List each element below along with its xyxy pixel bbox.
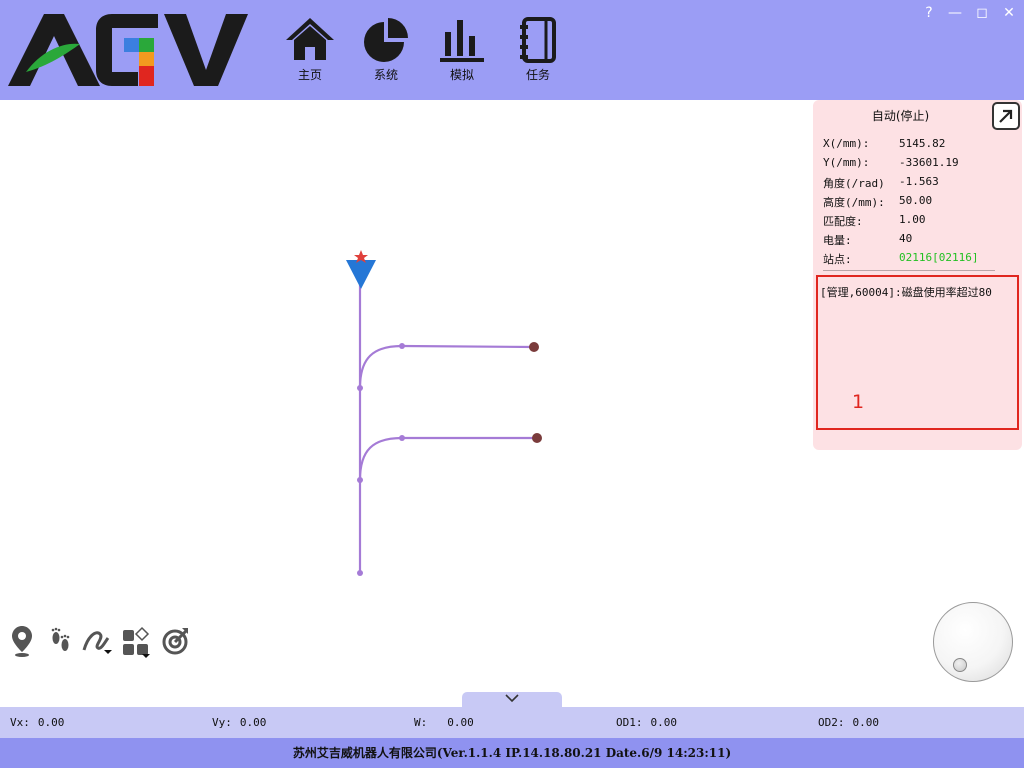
footprints-icon — [51, 627, 70, 651]
maximize-button[interactable]: ◻ — [971, 4, 993, 22]
route-node — [399, 343, 405, 349]
mode-status: 自动(停止) — [871, 109, 930, 123]
chevron-down-icon — [505, 694, 519, 703]
route-nodes — [357, 343, 405, 576]
pie-chart-icon — [364, 18, 408, 62]
joystick-control[interactable] — [933, 602, 1013, 682]
nav-home-label: 主页 — [297, 68, 322, 82]
panel-divider — [823, 270, 995, 271]
vx-label: Vx: — [10, 716, 30, 729]
w-label: W: — [414, 716, 428, 729]
route-branch-lower — [358, 436, 537, 481]
nav-system-button[interactable]: 系统 — [356, 16, 416, 86]
od2-label: OD2: — [818, 716, 845, 729]
od2-value: 0.00 — [852, 716, 880, 729]
route-node — [399, 435, 405, 441]
vy-value: 0.00 — [239, 716, 267, 729]
route-node — [357, 385, 363, 391]
route-branch-upper — [358, 344, 535, 389]
expand-button[interactable] — [992, 102, 1020, 130]
target-icon — [162, 628, 188, 655]
x-value: 5145.82 — [899, 137, 946, 150]
nav-system-label: 系统 — [373, 68, 398, 82]
velocity-bar: Vx: 0.00 Vy: 0.00 W: 0.00 OD1: 0.00 OD2: 0.00 — [0, 707, 1024, 738]
od1-label: OD1: — [616, 716, 643, 729]
station-label: 站点: — [823, 253, 852, 266]
vy-readout: Vy: 0.00 — [212, 716, 266, 729]
w-value: 0.00 — [447, 716, 474, 729]
od1-value: 0.00 — [650, 716, 678, 729]
location-tool-button[interactable] — [8, 624, 38, 658]
message-text: [管理,60004]:磁盘使用率超过80 — [820, 286, 992, 299]
collapse-tab[interactable] — [462, 692, 562, 708]
vy-label: Vy: — [212, 716, 232, 729]
angle-value: -1.563 — [899, 175, 939, 188]
path-draw-icon — [82, 631, 112, 654]
message-log[interactable]: [管理,60004]:磁盘使用率超过80 1 — [816, 275, 1019, 430]
route-paths — [358, 278, 537, 573]
footer-status: 苏州艾吉威机器人有限公司(Ver.1.1.4 IP.14.18.80.21 Da… — [0, 738, 1024, 768]
widgets-icon — [123, 626, 150, 658]
minimize-button[interactable]: — — [944, 4, 966, 22]
height-label: 高度(/mm): — [823, 196, 885, 209]
match-label: 匹配度: — [823, 215, 863, 228]
route-node — [357, 477, 363, 483]
angle-label: 角度(/rad) — [823, 177, 885, 190]
y-label: Y(/mm): — [823, 156, 870, 169]
joystick-knob[interactable] — [953, 658, 967, 672]
station-point[interactable] — [532, 433, 542, 443]
map-canvas[interactable] — [1, 100, 811, 706]
bar-chart-icon — [440, 20, 484, 62]
y-value: -33601.19 — [899, 156, 959, 169]
nav-task-label: 任务 — [525, 68, 550, 82]
footprint-tool-button[interactable] — [46, 624, 76, 658]
status-panel: 自动(停止) X(/mm): 5145.82 Y(/mm): -33601.19… — [813, 100, 1022, 450]
route-node — [357, 570, 363, 576]
nav-simulate-label: 模拟 — [449, 68, 474, 82]
location-pin-icon — [12, 626, 32, 657]
annotation-number: 1 — [852, 391, 865, 413]
home-icon — [286, 18, 334, 60]
header-bar: 主页 系统 模拟 任务 ? — ◻ ✕ — [0, 0, 1024, 100]
nav-home-button[interactable]: 主页 — [280, 16, 340, 86]
nav-simulate-button[interactable]: 模拟 — [432, 16, 492, 86]
vx-value: 0.00 — [37, 716, 65, 729]
agv-vehicle-icon[interactable] — [346, 260, 376, 289]
vx-readout: Vx: 0.00 — [10, 716, 64, 729]
station-point[interactable] — [529, 342, 539, 352]
height-value: 50.00 — [899, 194, 933, 207]
battery-label: 电量: — [823, 234, 852, 247]
agv-app: 主页 系统 模拟 任务 ? — ◻ ✕ 自动(停止) X(/mm): 5145.… — [0, 0, 1024, 768]
x-label: X(/mm): — [823, 137, 870, 150]
battery-value: 40 — [899, 232, 913, 245]
agv-logo — [8, 14, 248, 86]
route-map — [346, 250, 542, 576]
expand-arrow-icon — [999, 109, 1013, 123]
target-tool-button[interactable] — [160, 624, 190, 658]
od1-readout: OD1: 0.00 — [616, 716, 677, 729]
od2-readout: OD2: 0.00 — [818, 716, 879, 729]
match-value: 1.00 — [899, 213, 926, 226]
notebook-icon — [520, 17, 556, 63]
draw-path-tool-button[interactable] — [82, 624, 112, 658]
w-readout: W: 0.00 — [414, 716, 474, 729]
station-value: 02116[02116] — [899, 251, 979, 264]
widgets-tool-button[interactable] — [120, 624, 150, 658]
nav-task-button[interactable]: 任务 — [508, 16, 568, 86]
close-button[interactable]: ✕ — [998, 4, 1020, 22]
help-button[interactable]: ? — [918, 4, 940, 22]
